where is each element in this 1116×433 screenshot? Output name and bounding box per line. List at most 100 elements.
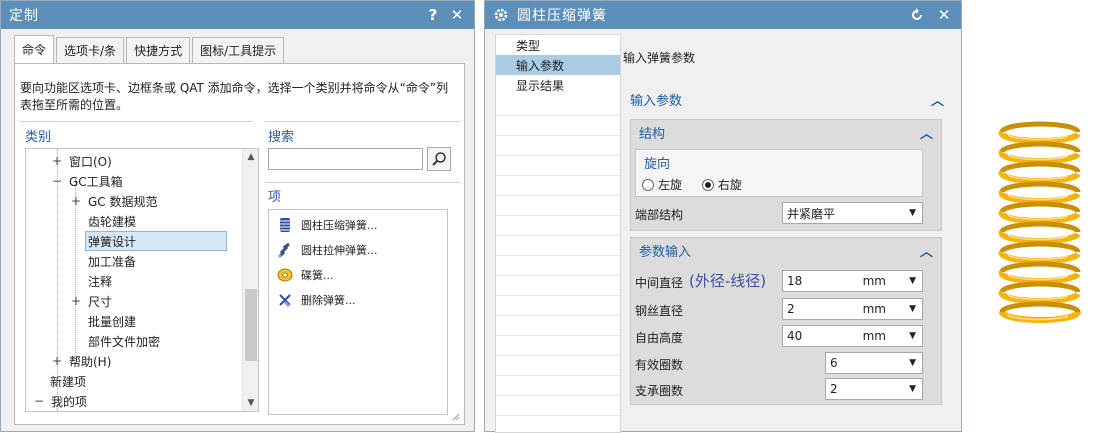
tab-shortcuts[interactable]: 快捷方式 <box>126 37 191 63</box>
tree-item-selected[interactable]: 弹簧设计 <box>85 231 227 251</box>
tree-item-label: GC 数据规范 <box>88 194 158 209</box>
tree-item[interactable]: 部件文件加密 <box>88 331 160 351</box>
tree-item-label: 齿轮建模 <box>88 214 137 229</box>
expand-icon[interactable]: + <box>71 194 81 208</box>
coil-back <box>999 141 1081 153</box>
close-button[interactable]: ✕ <box>935 6 953 24</box>
tree-item[interactable]: − 我的项 <box>34 391 87 411</box>
mean-diameter-input[interactable]: 18 mm ▼ <box>782 270 923 292</box>
scroll-thumb[interactable] <box>245 289 257 361</box>
expand-icon[interactable]: + <box>71 294 81 308</box>
collapse-icon[interactable]: − <box>52 174 62 188</box>
wire-diameter-input[interactable]: 2 mm ▼ <box>782 298 923 320</box>
structure-header[interactable]: 结构 ︿ <box>631 120 941 144</box>
collapse-caret-icon[interactable]: ︿ <box>920 241 933 260</box>
tree-item[interactable]: 加工准备 <box>88 251 136 271</box>
dropdown-arrow-icon: ▼ <box>909 358 916 368</box>
nav-item-input-params[interactable]: 输入参数 <box>496 55 620 75</box>
resize-grip-icon[interactable] <box>450 411 460 421</box>
items-list[interactable]: 圆柱压缩弹簧... 圆柱拉伸弹簧... 碟簧... 删除弹簧... <box>268 209 448 415</box>
scroll-up-icon[interactable]: ▲ <box>243 149 258 165</box>
category-label: 类别 <box>25 130 52 145</box>
tree-item[interactable]: + 窗口(O) <box>52 151 112 171</box>
grid-line <box>496 335 620 336</box>
active-coils-select[interactable]: 6 ▼ <box>825 352 923 374</box>
tree-item[interactable]: 齿轮建模 <box>88 211 136 231</box>
tree-item[interactable]: − GC工具箱 <box>52 171 123 191</box>
free-height-input[interactable]: 40 mm ▼ <box>782 325 923 347</box>
input-params-header[interactable]: 输入参数 ︿ <box>622 87 952 111</box>
grid-line <box>496 215 620 216</box>
spring-preview <box>990 118 1090 328</box>
select-value: 2 <box>830 382 838 396</box>
extension-spring-icon <box>278 242 290 258</box>
tree-item-label: 尺寸 <box>88 294 113 309</box>
collapse-caret-icon[interactable]: ︿ <box>931 90 944 109</box>
nav-item-type[interactable]: 类型 <box>496 35 620 55</box>
search-input[interactable] <box>268 148 423 170</box>
tree-item-label: 我的项 <box>51 394 88 409</box>
tab-commands[interactable]: 命令 <box>14 35 55 63</box>
left-hand-radio[interactable]: 左旋 <box>642 176 682 193</box>
reset-icon[interactable] <box>909 7 925 23</box>
param-input-group: 参数输入 ︿ 中间直径 (外径-线径) 18 mm ▼ 钢丝直径 2 mm ▼ … <box>630 237 942 405</box>
param-input-header[interactable]: 参数输入 ︿ <box>631 238 941 262</box>
rotation-title: 旋向 <box>644 157 671 172</box>
search-button[interactable] <box>427 147 451 171</box>
tree-item-label: 弹簧设计 <box>88 234 137 249</box>
radio-label: 右旋 <box>717 178 742 192</box>
grid-line <box>496 275 620 276</box>
right-hand-radio[interactable]: 右旋 <box>701 176 742 193</box>
list-item[interactable]: 碟簧... <box>277 265 334 285</box>
tree-item[interactable]: 新建项 <box>50 371 86 391</box>
structure-group: 结构 ︿ 旋向 左旋 右旋 端部结构 并紧磨平 ▼ <box>630 119 942 231</box>
unit-label: mm <box>862 302 886 316</box>
compression-spring-image <box>998 121 1081 323</box>
coil-back <box>999 161 1081 173</box>
tree-scrollbar[interactable]: ▲ ▼ <box>242 149 258 411</box>
coil-back <box>999 241 1081 253</box>
expand-icon[interactable]: + <box>52 154 62 168</box>
dropdown-arrow-icon: ▼ <box>909 331 916 341</box>
close-button[interactable]: ✕ <box>448 6 466 24</box>
tree-item-label: GC工具箱 <box>69 174 123 189</box>
help-button[interactable]: ? <box>424 6 442 24</box>
customize-titlebar[interactable]: 定制 ? ✕ <box>1 1 474 29</box>
tab-icons-tooltips[interactable]: 图标/工具提示 <box>192 37 285 63</box>
list-item[interactable]: 删除弹簧... <box>277 290 356 310</box>
list-item[interactable]: 圆柱压缩弹簧... <box>277 215 378 235</box>
delete-spring-icon <box>279 294 291 308</box>
radio-label: 左旋 <box>658 178 683 192</box>
coil-back <box>999 121 1081 133</box>
grid-line <box>496 155 620 156</box>
support-coils-select[interactable]: 2 ▼ <box>825 378 923 400</box>
coil-back <box>999 281 1081 293</box>
items-label: 项 <box>268 190 282 205</box>
list-item-label: 碟簧... <box>301 269 334 282</box>
grid-line <box>496 135 620 136</box>
tree-item[interactable]: + 帮助(H) <box>52 351 111 371</box>
tree-item[interactable]: 批量创建 <box>88 311 136 331</box>
tree-item[interactable]: + 尺寸 <box>71 291 112 311</box>
tab-ribbon-bars[interactable]: 选项卡/条 <box>56 37 125 63</box>
unit-label: mm <box>862 274 886 288</box>
disc-spring-icon <box>277 268 293 282</box>
end-structure-select[interactable]: 并紧磨平 ▼ <box>782 202 923 224</box>
collapse-icon[interactable]: − <box>34 394 44 408</box>
spring-dialog-title: 圆柱压缩弹簧 <box>517 8 607 24</box>
tree-item[interactable]: 注释 <box>88 271 112 291</box>
spring-dialog: 圆柱压缩弹簧 ✕ 类型 输入参数 显示结果 输入弹簧参数 输入参数 ︿ 结构 ︿… <box>484 0 962 433</box>
input-value: 40 <box>787 329 803 343</box>
grid-line <box>496 235 620 236</box>
collapse-caret-icon[interactable]: ︿ <box>920 123 933 142</box>
list-item[interactable]: 圆柱拉伸弹簧... <box>277 240 378 260</box>
search-divider <box>265 121 460 122</box>
category-tree[interactable]: + 窗口(O) − GC工具箱 + GC 数据规范 齿轮建模 弹簧设计 加工准备 注释… <box>25 148 259 412</box>
spring-titlebar[interactable]: 圆柱压缩弹簧 ✕ <box>485 1 961 29</box>
items-divider <box>265 182 460 183</box>
nav-item-show-result[interactable]: 显示结果 <box>496 75 620 95</box>
mean-diameter-label: 中间直径 <box>635 276 684 290</box>
scroll-down-icon[interactable]: ▼ <box>243 395 258 411</box>
tree-item[interactable]: + GC 数据规范 <box>71 191 158 211</box>
expand-icon[interactable]: + <box>52 354 62 368</box>
